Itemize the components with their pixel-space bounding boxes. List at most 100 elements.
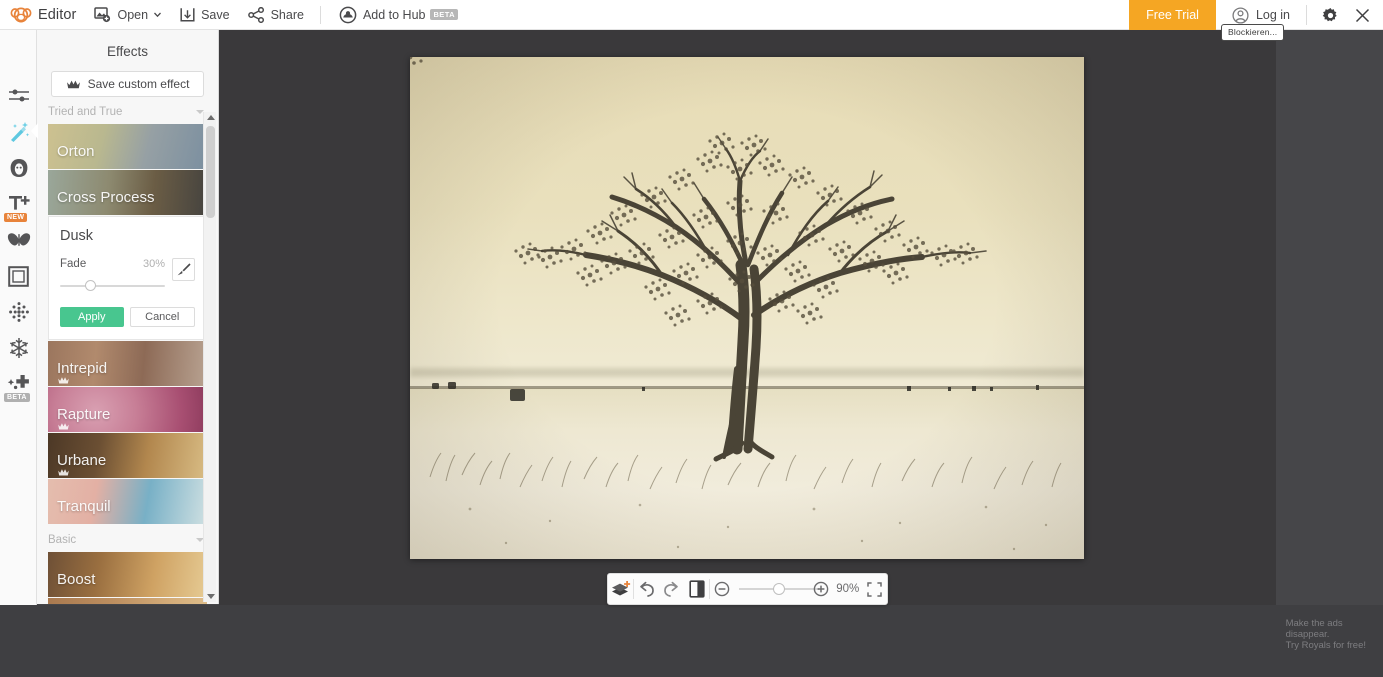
layers-button[interactable] — [608, 573, 633, 605]
fullscreen-button[interactable] — [862, 573, 887, 605]
zoom-in-icon — [813, 581, 829, 597]
text-t-icon — [8, 196, 30, 210]
rail-item-effects[interactable] — [0, 114, 38, 150]
fade-label: Fade — [60, 258, 87, 270]
save-button[interactable]: Save — [180, 0, 230, 30]
canvas-area[interactable] — [219, 30, 1276, 605]
open-button[interactable]: Open — [94, 0, 162, 30]
caret-down-icon — [206, 594, 215, 599]
effect-name: Tranquil — [57, 498, 111, 515]
ad-line-1: Make the ads — [1285, 618, 1343, 629]
compare-button[interactable] — [684, 573, 709, 605]
undo-icon — [640, 581, 654, 597]
paintbrush-button[interactable] — [172, 258, 195, 281]
login-button[interactable]: Log in — [1232, 6, 1290, 24]
toolbar-divider — [319, 5, 321, 24]
fade-value: 30% — [142, 258, 165, 270]
effect-urbane[interactable]: Urbane — [48, 433, 207, 478]
effect-soften[interactable]: Soften — [48, 598, 207, 604]
settings-button[interactable] — [1322, 7, 1339, 24]
effects-panel-scrollbar[interactable] — [203, 112, 216, 602]
rail-item-text[interactable]: NEW — [0, 186, 37, 222]
effect-list-tried-and-true: Orton Cross Process Dusk Fade 30% Apply … — [37, 124, 218, 524]
hub-beta-badge: BETA — [430, 9, 458, 20]
apply-button[interactable]: Apply — [60, 307, 124, 327]
brand-logo[interactable]: Editor — [10, 5, 76, 25]
text-new-badge: NEW — [4, 213, 28, 222]
free-trial-button[interactable]: Free Trial — [1129, 0, 1216, 30]
crown-icon — [58, 423, 69, 430]
effect-name: Intrepid — [57, 360, 108, 377]
sliders-icon — [8, 89, 29, 102]
save-icon — [180, 7, 195, 22]
editor-app: Editor Open Save Share Add to Hub BETA F… — [0, 0, 1383, 677]
rail-item-overlays[interactable] — [0, 222, 37, 258]
ad-bar: Make the ads disappear. Try Royals for f… — [0, 605, 1383, 677]
zoom-level-label: 90% — [836, 583, 860, 595]
scroll-down-button[interactable] — [204, 591, 217, 602]
effect-cross-process[interactable]: Cross Process — [48, 170, 207, 215]
snowflake-icon — [9, 338, 28, 358]
photo-canvas[interactable] — [410, 57, 1084, 559]
group-label: Basic — [48, 534, 77, 546]
photo-vignette — [410, 57, 1084, 559]
rail-item-themes[interactable] — [0, 330, 37, 366]
hub-icon — [339, 6, 357, 23]
chevron-down-icon — [154, 12, 162, 18]
fullscreen-icon — [867, 581, 882, 597]
frame-icon — [8, 265, 29, 287]
effect-boost[interactable]: Boost — [48, 552, 207, 597]
top-toolbar: Editor Open Save Share Add to Hub BETA F… — [0, 0, 1383, 30]
share-button[interactable]: Share — [247, 0, 304, 30]
group-label: Tried and True — [48, 106, 123, 118]
ad-line-2: disappear. — [1285, 629, 1330, 640]
rail-item-textures[interactable] — [0, 294, 37, 330]
group-header-basic[interactable]: Basic — [37, 525, 218, 552]
brand-label: Editor — [38, 6, 77, 23]
cancel-button[interactable]: Cancel — [129, 307, 195, 327]
canvas-toolbar: 90% — [607, 573, 888, 605]
ad-promo-text[interactable]: Make the ads disappear. Try Royals for f… — [1286, 618, 1366, 651]
user-avatar-icon — [1232, 6, 1249, 24]
effect-intrepid[interactable]: Intrepid — [48, 341, 207, 386]
save-custom-effect-label: Save custom effect — [87, 77, 190, 91]
add-to-hub-label: Add to Hub — [362, 7, 426, 22]
magic-wand-icon — [10, 122, 29, 142]
effect-name: Orton — [57, 143, 95, 160]
monkey-logo-icon — [10, 7, 32, 22]
effect-dusk-title: Dusk — [60, 228, 94, 244]
fade-slider-knob[interactable] — [85, 280, 96, 291]
close-button[interactable] — [1355, 8, 1370, 23]
zoom-out-button[interactable] — [710, 573, 735, 605]
undo-button[interactable] — [634, 573, 659, 605]
effect-name: Cross Process — [57, 189, 155, 206]
scroll-up-button[interactable] — [204, 112, 217, 123]
fade-slider[interactable] — [60, 280, 165, 292]
open-image-icon — [94, 7, 111, 23]
save-custom-effect-button[interactable]: Save custom effect — [51, 71, 204, 97]
rail-item-frames[interactable] — [0, 258, 37, 294]
graphics-icon — [7, 374, 29, 389]
effect-rapture[interactable]: Rapture — [48, 387, 207, 432]
zoom-slider[interactable] — [735, 573, 819, 605]
save-label: Save — [201, 7, 230, 22]
rail-item-touch-up[interactable] — [0, 150, 37, 186]
zoom-slider-knob[interactable] — [772, 583, 785, 595]
gear-icon — [1322, 7, 1337, 21]
compare-icon — [688, 580, 705, 598]
effect-name: Rapture — [57, 406, 111, 423]
group-header-tried-and-true[interactable]: Tried and True — [37, 97, 218, 124]
zoom-in-button[interactable] — [808, 573, 833, 605]
add-to-hub-button[interactable]: Add to Hub BETA — [339, 0, 458, 30]
effect-tranquil[interactable]: Tranquil — [48, 479, 207, 524]
canvas-side-fill — [1276, 30, 1383, 605]
redo-button[interactable] — [659, 573, 684, 605]
rail-item-basic-edits[interactable] — [0, 78, 37, 114]
share-label: Share — [270, 7, 304, 22]
rail-item-design[interactable]: BETA — [0, 366, 37, 402]
effect-orton[interactable]: Orton — [48, 124, 207, 169]
blocked-tooltip: Blockieren... — [1221, 24, 1285, 41]
close-icon — [1355, 8, 1370, 22]
design-beta-badge: BETA — [4, 393, 30, 402]
scrollbar-thumb[interactable] — [206, 126, 215, 218]
